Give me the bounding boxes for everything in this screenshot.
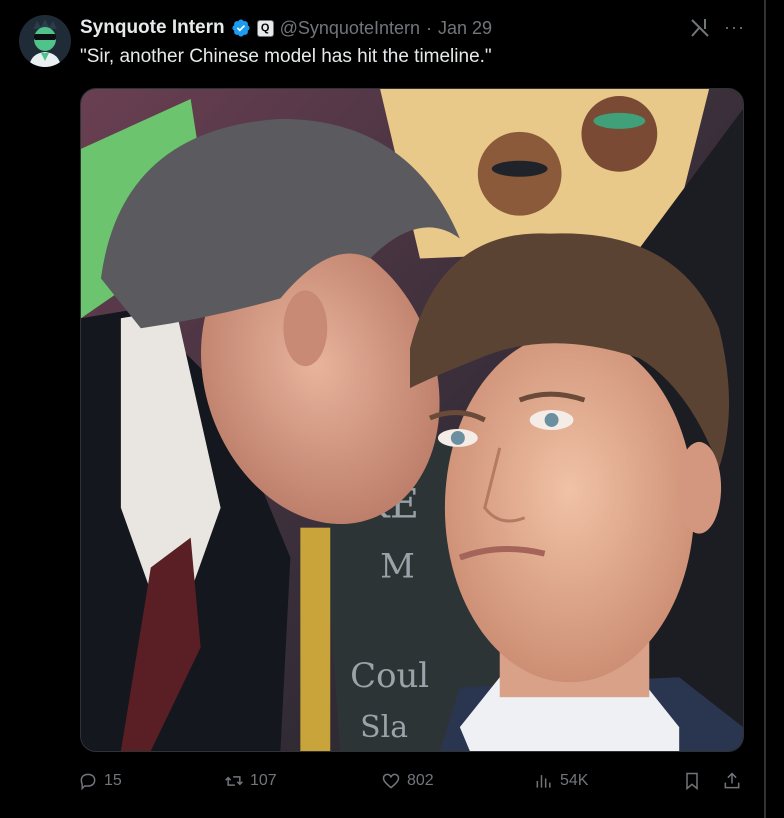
separator: · xyxy=(426,17,432,38)
more-icon[interactable]: ··· xyxy=(724,16,746,40)
repost-icon xyxy=(225,776,243,786)
like-button[interactable]: 802 xyxy=(381,766,434,796)
tweet-post[interactable]: Synquote Intern Q @SynquoteIntern · Jan … xyxy=(0,0,764,818)
reply-button[interactable]: 15 xyxy=(78,766,122,796)
bookmark-button[interactable] xyxy=(682,766,702,796)
post-header: Synquote Intern Q @SynquoteIntern · Jan … xyxy=(80,14,492,42)
share-button[interactable] xyxy=(722,766,742,796)
bookmark-icon xyxy=(686,772,698,791)
verified-badge-icon xyxy=(232,19,250,37)
repost-button[interactable]: 107 xyxy=(224,766,277,796)
avatar[interactable] xyxy=(19,15,71,67)
views-button[interactable]: 54K xyxy=(534,766,588,796)
share-icon xyxy=(724,772,740,789)
affiliation-badge[interactable]: Q xyxy=(256,19,274,37)
svg-text:Coul: Coul xyxy=(350,656,429,695)
post-date[interactable]: Jan 29 xyxy=(438,18,492,39)
views-count: 54K xyxy=(560,772,589,789)
handle[interactable]: @SynquoteIntern xyxy=(280,18,420,39)
grok-icon[interactable] xyxy=(688,16,712,40)
action-bar: 15 107 802 54K xyxy=(78,766,748,796)
like-count: 802 xyxy=(407,772,434,789)
reply-count: 15 xyxy=(104,772,122,789)
reply-icon xyxy=(80,773,96,791)
heart-icon xyxy=(382,773,400,789)
post-text: "Sir, another Chinese model has hit the … xyxy=(80,46,492,67)
post-image[interactable]: KE M Coul Sla xyxy=(80,88,744,752)
divider xyxy=(764,0,766,818)
repost-count: 107 xyxy=(250,772,277,789)
svg-text:M: M xyxy=(380,547,415,586)
svg-text:Sla: Sla xyxy=(360,710,408,745)
display-name[interactable]: Synquote Intern xyxy=(80,17,225,39)
views-icon xyxy=(536,775,551,788)
